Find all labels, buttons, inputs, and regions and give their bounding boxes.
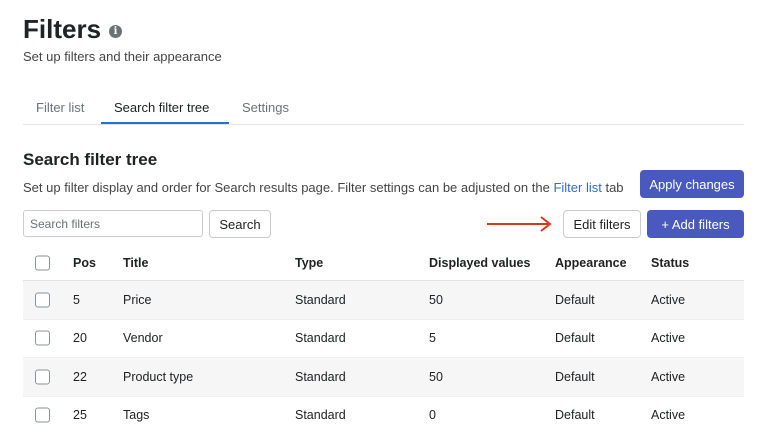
header-displayed-values[interactable]: Displayed values bbox=[429, 256, 530, 270]
description-prefix: Set up filter display and order for Sear… bbox=[23, 180, 550, 195]
header-title[interactable]: Title bbox=[123, 256, 148, 270]
section-description: Set up filter display and order for Sear… bbox=[23, 180, 624, 195]
cell-type: Standard bbox=[295, 369, 346, 384]
section-title: Search filter tree bbox=[23, 150, 158, 169]
row-checkbox[interactable] bbox=[35, 407, 50, 423]
row-checkbox[interactable] bbox=[35, 330, 50, 346]
cell-status: Active bbox=[651, 331, 686, 346]
tab-search-filter-tree[interactable]: Search filter tree bbox=[114, 100, 209, 115]
row-checkbox[interactable] bbox=[35, 292, 50, 308]
row-checkbox[interactable] bbox=[35, 369, 50, 385]
tab-bar: Filter list Search filter tree Settings bbox=[23, 94, 744, 125]
description-suffix: tab bbox=[605, 180, 624, 195]
cell-title: Tags bbox=[123, 408, 150, 423]
cell-title: Price bbox=[123, 292, 152, 307]
cell-pos: 25 bbox=[73, 408, 87, 423]
cell-title: Vendor bbox=[123, 331, 163, 346]
cell-status: Active bbox=[651, 292, 686, 307]
tab-filter-list[interactable]: Filter list bbox=[36, 100, 84, 115]
cell-displayed-values: 50 bbox=[429, 292, 443, 307]
add-filters-button[interactable]: + Add filters bbox=[647, 210, 744, 238]
header-appearance[interactable]: Appearance bbox=[555, 256, 627, 270]
cell-appearance: Default bbox=[555, 369, 595, 384]
cell-type: Standard bbox=[295, 292, 346, 307]
edit-filters-button[interactable]: Edit filters bbox=[563, 210, 641, 238]
header-type[interactable]: Type bbox=[295, 256, 323, 270]
cell-type: Standard bbox=[295, 408, 346, 423]
cell-pos: 5 bbox=[73, 292, 80, 307]
table-row[interactable]: 22 Product type Standard 50 Default Acti… bbox=[23, 358, 744, 397]
filter-list-link[interactable]: Filter list bbox=[553, 180, 601, 195]
search-button[interactable]: Search bbox=[209, 210, 271, 238]
table-row[interactable]: 25 Tags Standard 0 Default Active bbox=[23, 397, 744, 432]
cell-title: Product type bbox=[123, 369, 194, 384]
cell-appearance: Default bbox=[555, 292, 595, 307]
cell-displayed-values: 50 bbox=[429, 369, 443, 384]
page-title: Filters bbox=[23, 14, 102, 44]
tab-settings[interactable]: Settings bbox=[242, 100, 289, 115]
table-header-row: Pos Title Type Displayed values Appearan… bbox=[23, 246, 744, 281]
cell-appearance: Default bbox=[555, 331, 595, 346]
apply-changes-button[interactable]: Apply changes bbox=[640, 170, 744, 198]
table-row[interactable]: 5 Price Standard 50 Default Active bbox=[23, 281, 744, 320]
cell-displayed-values: 5 bbox=[429, 331, 436, 346]
table-row[interactable]: 20 Vendor Standard 5 Default Active bbox=[23, 320, 744, 358]
active-tab-indicator bbox=[101, 122, 229, 124]
page-header: Filters i bbox=[23, 14, 123, 45]
header-pos[interactable]: Pos bbox=[73, 256, 96, 270]
select-all-checkbox[interactable] bbox=[35, 255, 50, 271]
cell-pos: 22 bbox=[73, 369, 87, 384]
page-subtitle: Set up filters and their appearance bbox=[23, 49, 222, 64]
header-status[interactable]: Status bbox=[651, 256, 689, 270]
cell-type: Standard bbox=[295, 331, 346, 346]
cell-pos: 20 bbox=[73, 331, 87, 346]
cell-status: Active bbox=[651, 369, 686, 384]
cell-status: Active bbox=[651, 408, 686, 423]
cell-displayed-values: 0 bbox=[429, 408, 436, 423]
annotation-arrow-icon bbox=[487, 216, 552, 232]
page: Filters i Set up filters and their appea… bbox=[0, 0, 769, 432]
search-input[interactable] bbox=[23, 210, 203, 237]
filters-table: Pos Title Type Displayed values Appearan… bbox=[23, 246, 744, 432]
cell-appearance: Default bbox=[555, 408, 595, 423]
info-icon[interactable]: i bbox=[109, 24, 123, 38]
